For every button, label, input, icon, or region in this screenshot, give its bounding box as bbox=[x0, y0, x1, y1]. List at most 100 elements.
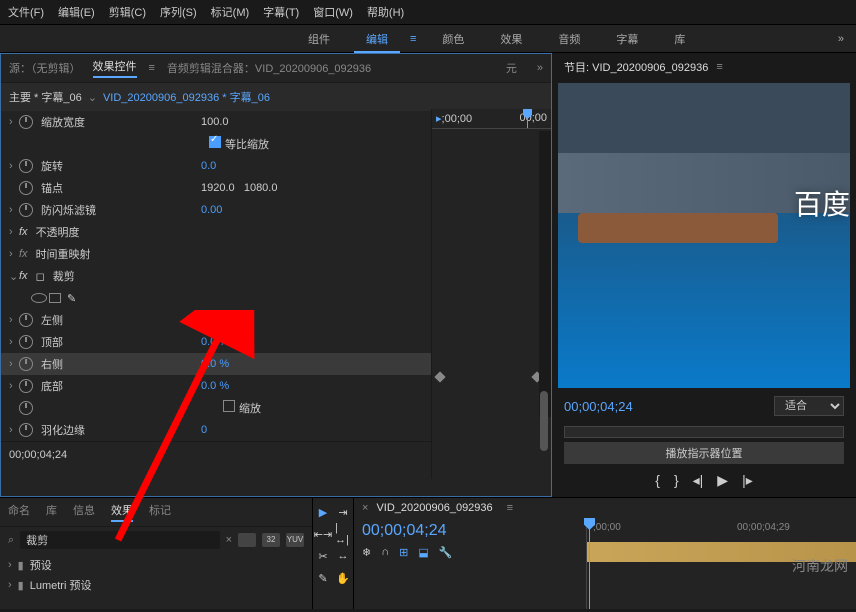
play-icon[interactable]: ▶ bbox=[717, 472, 728, 489]
timecode[interactable]: 00;00;04;24 bbox=[9, 449, 67, 461]
tab-color[interactable]: 颜色 bbox=[424, 25, 482, 53]
tab-audio[interactable]: 音频 bbox=[540, 25, 598, 53]
program-tab-label[interactable]: 节目: VID_20200906_092936 bbox=[564, 59, 708, 75]
menu-subtitle[interactable]: 字幕(T) bbox=[263, 4, 299, 20]
tab-effects-browser[interactable]: 效果 bbox=[111, 502, 133, 522]
stopwatch-icon[interactable] bbox=[19, 401, 33, 415]
stopwatch-icon[interactable] bbox=[19, 335, 33, 349]
folder-preset[interactable]: ›▮预设 bbox=[8, 555, 304, 575]
tab-lib[interactable]: 库 bbox=[46, 502, 57, 522]
chevron-right-icon[interactable]: › bbox=[9, 204, 19, 216]
chevron-right-icon[interactable]: › bbox=[9, 424, 19, 436]
panel-menu-icon[interactable]: ≡ bbox=[507, 502, 513, 514]
tab-library[interactable]: 库 bbox=[656, 25, 703, 53]
tab-source[interactable]: 源：（无剪辑） bbox=[9, 60, 81, 76]
chevron-right-icon[interactable]: › bbox=[9, 248, 19, 260]
effect-timeline[interactable]: ▸;00;00 00;00 bbox=[431, 109, 551, 479]
chevron-right-icon[interactable]: › bbox=[9, 358, 19, 370]
close-icon[interactable]: × bbox=[362, 502, 368, 514]
tab-component[interactable]: 组件 bbox=[290, 25, 348, 53]
checkbox-empty-icon[interactable] bbox=[223, 400, 235, 412]
clear-icon[interactable]: × bbox=[226, 534, 232, 546]
mark-in-icon[interactable]: { bbox=[655, 472, 660, 489]
fx-icon[interactable]: fx bbox=[19, 270, 28, 282]
tab-info[interactable]: 信息 bbox=[73, 502, 95, 522]
chevron-down-icon[interactable]: ⌄ bbox=[88, 91, 97, 104]
snap-icon[interactable]: ❄ bbox=[362, 546, 371, 559]
fx-icon[interactable]: fx bbox=[19, 226, 28, 238]
ripple-tool-icon[interactable]: ⇤⇥ bbox=[315, 526, 331, 542]
stopwatch-icon[interactable] bbox=[19, 423, 33, 437]
marker-icon[interactable]: ⬓ bbox=[418, 546, 428, 559]
fx-icon[interactable]: fx bbox=[19, 248, 28, 260]
chevron-right-icon[interactable]: › bbox=[9, 116, 19, 128]
menu-clip[interactable]: 剪辑(C) bbox=[109, 4, 146, 20]
pen-mask-icon[interactable]: ✎ bbox=[67, 292, 76, 305]
chevron-right-icon[interactable]: › bbox=[8, 559, 12, 571]
ellipse-mask-icon[interactable] bbox=[31, 293, 47, 303]
chevron-right-icon[interactable]: › bbox=[9, 160, 19, 172]
filter-icon-3[interactable]: YUV bbox=[286, 533, 304, 547]
tab-metadata[interactable]: 元 bbox=[506, 60, 517, 76]
zoom-select[interactable]: 适合 bbox=[774, 396, 844, 416]
panel-menu-icon[interactable]: ≡ bbox=[716, 61, 722, 73]
program-monitor[interactable]: 百度 bbox=[558, 83, 850, 388]
tab-name[interactable]: 命名 bbox=[8, 502, 30, 522]
source-tabs-more[interactable]: » bbox=[537, 62, 543, 74]
chevron-right-icon[interactable]: › bbox=[9, 380, 19, 392]
menu-file[interactable]: 文件(F) bbox=[8, 4, 44, 20]
stopwatch-icon[interactable] bbox=[19, 357, 33, 371]
hamburger-icon[interactable]: ≡ bbox=[410, 33, 416, 45]
tab-markers[interactable]: 标记 bbox=[149, 502, 171, 522]
step-fwd-icon[interactable]: |▸ bbox=[742, 472, 753, 489]
stopwatch-icon[interactable] bbox=[19, 181, 33, 195]
timeline-timecode[interactable]: 00;00;04;24 bbox=[362, 522, 578, 540]
menu-sequence[interactable]: 序列(S) bbox=[160, 4, 197, 20]
chevron-right-icon[interactable]: › bbox=[9, 336, 19, 348]
stopwatch-icon[interactable] bbox=[19, 379, 33, 393]
timeline-sequence-name[interactable]: VID_20200906_092936 bbox=[376, 502, 492, 514]
panel-menu-icon[interactable]: ≡ bbox=[149, 62, 155, 74]
menu-window[interactable]: 窗口(W) bbox=[313, 4, 353, 20]
chevron-down-icon[interactable]: ⌄ bbox=[9, 270, 19, 283]
chevron-right-icon[interactable]: › bbox=[9, 314, 19, 326]
checkbox-icon[interactable] bbox=[209, 136, 221, 148]
scrub-bar[interactable] bbox=[564, 426, 844, 438]
stopwatch-icon[interactable] bbox=[19, 159, 33, 173]
rect-mask-icon[interactable] bbox=[49, 293, 61, 303]
track-select-tool-icon[interactable]: ⇥ bbox=[335, 504, 351, 520]
chevron-right-icon[interactable]: › bbox=[8, 579, 12, 591]
magnet-icon[interactable]: ∩ bbox=[381, 546, 389, 559]
hand-tool-icon[interactable]: ✋ bbox=[335, 570, 351, 586]
folder-lumetri[interactable]: ›▮Lumetri 预设 bbox=[8, 575, 304, 595]
stopwatch-icon[interactable] bbox=[19, 313, 33, 327]
keyframe-diamond-icon[interactable] bbox=[434, 371, 445, 382]
tabs-more[interactable]: » bbox=[826, 33, 856, 45]
razor-tool-icon[interactable]: ✂ bbox=[315, 548, 331, 564]
filter-icon-1[interactable] bbox=[238, 533, 256, 547]
menu-mark[interactable]: 标记(M) bbox=[211, 4, 250, 20]
search-input[interactable] bbox=[20, 531, 219, 549]
tab-audio-mixer[interactable]: 音频剪辑混合器：VID_20200906_092936 bbox=[167, 60, 371, 76]
crop-box-icon[interactable]: ◻ bbox=[36, 270, 45, 283]
breadcrumb-clip[interactable]: VID_20200906_092936 * 字幕_06 bbox=[103, 89, 270, 105]
rolling-tool-icon[interactable]: |↔| bbox=[335, 526, 351, 542]
filter-icon-2[interactable]: 32 bbox=[262, 533, 280, 547]
pen-tool-icon[interactable]: ✎ bbox=[315, 570, 331, 586]
stopwatch-icon[interactable] bbox=[19, 115, 33, 129]
slip-tool-icon[interactable]: ↔ bbox=[335, 548, 351, 564]
timeline-playhead-icon[interactable] bbox=[589, 518, 590, 609]
selection-tool-icon[interactable]: ▶ bbox=[315, 504, 331, 520]
chevron-right-icon[interactable]: › bbox=[9, 226, 19, 238]
menu-help[interactable]: 帮助(H) bbox=[367, 4, 404, 20]
step-back-icon[interactable]: ◂| bbox=[693, 472, 704, 489]
tab-subtitle[interactable]: 字幕 bbox=[598, 25, 656, 53]
linked-selection-icon[interactable]: ⊞ bbox=[399, 546, 408, 559]
tab-edit[interactable]: 编辑 bbox=[348, 25, 406, 53]
mini-ruler[interactable]: ▸;00;00 00;00 bbox=[432, 109, 551, 129]
playhead-icon[interactable] bbox=[527, 109, 528, 128]
settings-icon[interactable]: 🔧 bbox=[439, 546, 453, 559]
vertical-scrollbar[interactable] bbox=[539, 131, 551, 417]
menu-edit[interactable]: 编辑(E) bbox=[58, 4, 95, 20]
tab-effect[interactable]: 效果 bbox=[482, 25, 540, 53]
